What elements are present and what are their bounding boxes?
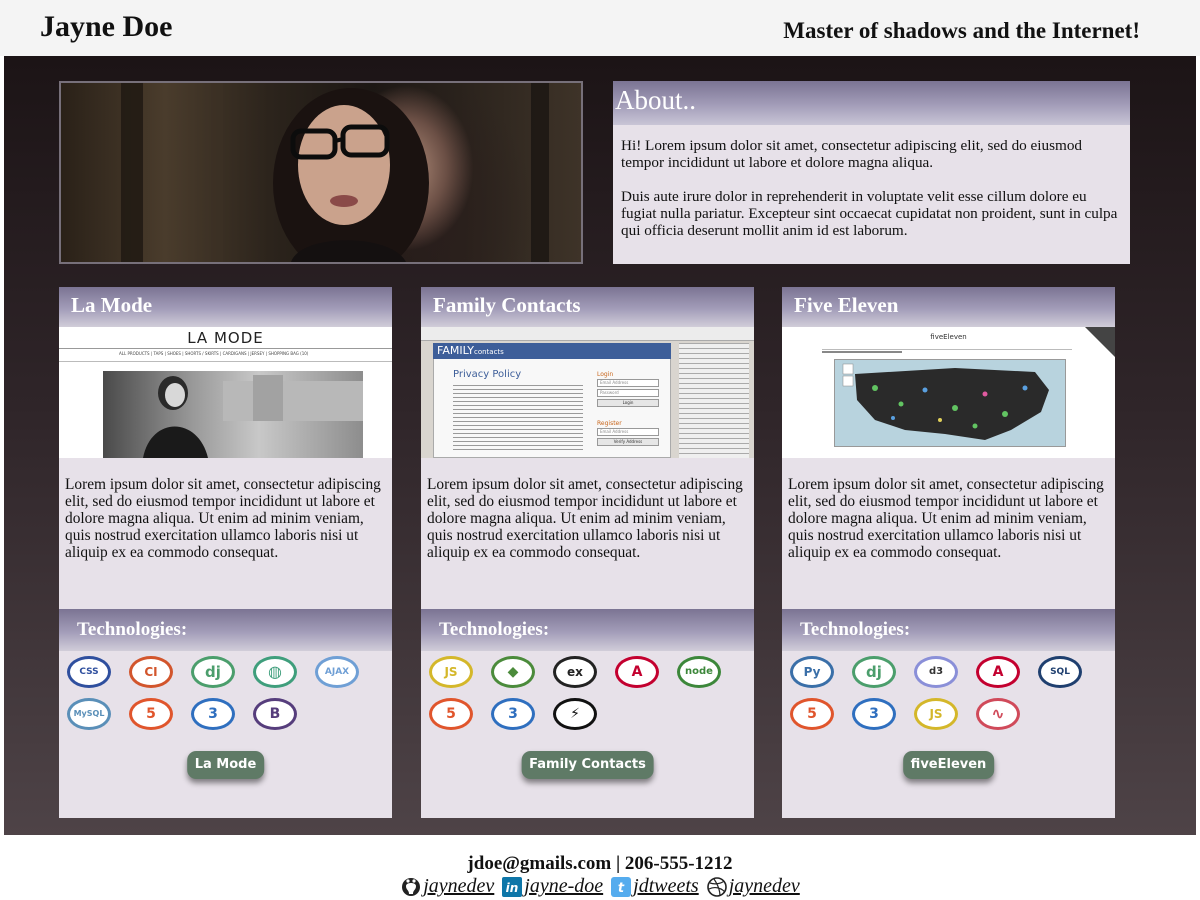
d3js-icon: d3 [914,656,958,688]
screenshot-register-email: Email Address [597,428,659,436]
screenshot-email-field: Email Address [597,379,659,387]
la-mode-button[interactable]: La Mode [186,751,265,779]
technology-icons: CSS CI dj ◍ AJAX MySQL 5 3 B [59,651,392,751]
social-links: jaynedev in jayne-doe t jdtweets jaynede… [0,875,1200,900]
screenshot-login-label: Login [597,371,614,378]
screenshot-brand: fiveEleven [930,333,967,341]
site-footer: jdoe@gmails.com | 206-555-1212 jaynedev … [0,835,1200,900]
project-screenshot: FAMILYcontacts Privacy Policy Login Emai… [421,327,754,458]
angular-icon: A [976,656,1020,688]
twitter-link[interactable]: t jdtweets [610,875,699,898]
css3-icon: 3 [491,698,535,730]
site-title: Jayne Doe [40,10,173,43]
screenshot-brand: FAMILYcontacts [437,344,504,357]
project-card-family-contacts: Family Contacts FAMILYcontacts Privacy P… [421,287,754,818]
screenshot-brand: LA MODE [187,329,264,347]
html5-icon: 5 [429,698,473,730]
linkedin-link[interactable]: in jayne-doe [501,875,603,898]
svg-text:in: in [506,881,519,895]
lightning-icon: ⚡ [553,698,597,730]
about-text: Hi! Lorem ipsum dolor sit amet, consecte… [613,125,1130,239]
sqlite-icon: SQL [1038,656,1082,688]
bootstrap-icon: B [253,698,297,730]
five-eleven-button[interactable]: fiveEleven [902,751,995,779]
mongodb-icon: ◆ [491,656,535,688]
github-icon [402,877,421,896]
mysql-icon: MySQL [67,698,111,730]
profile-photo [59,81,583,264]
screenshot-photo [103,371,363,458]
sphere-icon: ◍ [253,656,297,688]
site-header: Jayne Doe Master of shadows and the Inte… [0,0,1200,56]
project-screenshot: LA MODE ALL PRODUCTS | TAPS | SHOES | SH… [59,327,392,458]
javascript-icon: JS [914,698,958,730]
github-link[interactable]: jaynedev [400,875,494,898]
site-tagline: Master of shadows and the Internet! [783,18,1140,43]
dribbble-icon [706,876,727,897]
about-title: About.. [613,81,1130,125]
github-handle: jaynedev [423,875,495,897]
linkedin-handle: jayne-doe [524,875,604,897]
html5-icon: 5 [129,698,173,730]
project-title: La Mode [59,287,392,327]
family-contacts-button[interactable]: Family Contacts [521,751,654,779]
twitter-icon: t [611,876,632,897]
project-card-five-eleven: Five Eleven fiveEleven Lorem ipsum dolor… [782,287,1115,818]
contact-info: jdoe@gmails.com | 206-555-1212 [467,853,733,874]
dribbble-handle: jaynedev [728,875,800,897]
django-icon: dj [191,656,235,688]
about-paragraph-1: Hi! Lorem ipsum dolor sit amet, consecte… [621,137,1083,171]
html5-icon: 5 [790,698,834,730]
project-card-la-mode: La Mode LA MODE ALL PRODUCTS | TAPS | SH… [59,287,392,818]
screenshot-nav: ALL PRODUCTS | TAPS | SHOES | SHORTS / S… [119,351,309,356]
svg-text:t: t [618,881,625,896]
project-screenshot: fiveEleven [782,327,1115,458]
django-icon: dj [852,656,896,688]
express-icon: ex [553,656,597,688]
css-file-icon: CSS [67,656,111,688]
screenshot-register-label: Register [597,420,622,427]
project-description: Lorem ipsum dolor sit amet, consectetur … [788,476,1104,561]
technologies-title: Technologies: [421,609,754,651]
twitter-handle: jdtweets [633,875,699,897]
linkedin-icon: in [502,876,523,897]
project-description: Lorem ipsum dolor sit amet, consectetur … [65,476,381,561]
screenshot-heading: Privacy Policy [453,369,522,380]
codeigniter-icon: CI [129,656,173,688]
project-description: Lorem ipsum dolor sit amet, consectetur … [427,476,743,561]
screenshot-password-field: Password [597,389,659,397]
css3-icon: 3 [191,698,235,730]
technology-icons: Py dj d3 A SQL 5 3 JS ∿ [782,651,1115,751]
screenshot-map [834,359,1066,447]
technology-icons: JS ◆ ex A node 5 3 ⚡ [421,651,754,751]
ajax-icon: AJAX [315,656,359,688]
about-paragraph-2: Duis aute irure dolor in reprehenderit i… [621,188,1118,239]
css3-icon: 3 [852,698,896,730]
about-panel: About.. Hi! Lorem ipsum dolor sit amet, … [613,81,1130,264]
technologies-title: Technologies: [782,609,1115,651]
screenshot-login-button: Login [597,399,659,407]
screenshot-verify-button: Verify Address [597,438,659,446]
technologies-title: Technologies: [59,609,392,651]
project-title: Family Contacts [421,287,754,327]
python-icon: Py [790,656,834,688]
project-title: Five Eleven [782,287,1115,327]
maps-api-icon: ∿ [976,698,1020,730]
angular-icon: A [615,656,659,688]
nodejs-icon: node [677,656,721,688]
javascript-icon: JS [429,656,473,688]
dribbble-link[interactable]: jaynedev [706,875,800,898]
